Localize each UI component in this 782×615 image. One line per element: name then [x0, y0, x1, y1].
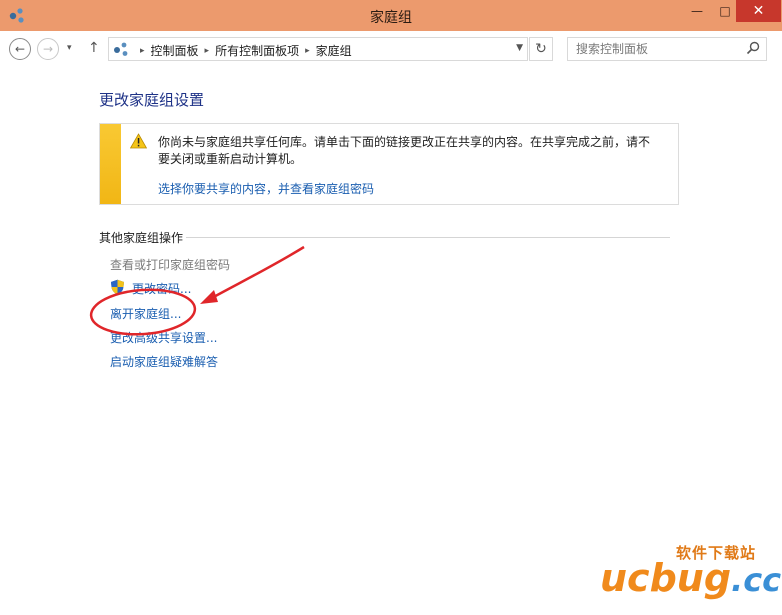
leave-homegroup-link[interactable]: 离开家庭组... [110, 305, 181, 322]
page-title: 更改家庭组设置 [99, 91, 205, 109]
breadcrumb-control-panel[interactable]: 控制面板 [151, 42, 199, 59]
warning-notice: 你尚未与家庭组共享任何库。请单击下面的链接更改正在共享的内容。在共享完成之前，请… [99, 123, 679, 205]
chevron-right-icon[interactable]: ▸ [305, 46, 310, 56]
minimize-button[interactable]: — [686, 0, 708, 22]
close-button[interactable]: ✕ [736, 0, 781, 22]
annotation-arrow [209, 245, 305, 301]
recent-locations-dropdown[interactable]: ▾ [67, 43, 72, 53]
breadcrumb-all-items[interactable]: 所有控制面板项 [215, 42, 299, 59]
search-icon[interactable] [746, 41, 760, 55]
view-print-password-link[interactable]: 查看或打印家庭组密码 [110, 256, 230, 273]
section-divider [186, 237, 670, 238]
section-title: 其他家庭组操作 [99, 231, 184, 245]
notice-message: 你尚未与家庭组共享任何库。请单击下面的链接更改正在共享的内容。在共享完成之前，请… [158, 135, 651, 166]
maximize-button[interactable]: □ [714, 0, 736, 22]
chevron-down-icon[interactable]: ▼ [516, 43, 523, 53]
forward-button[interactable]: → [37, 38, 59, 60]
chevron-right-icon[interactable]: ▸ [205, 46, 210, 56]
breadcrumb-homegroup[interactable]: 家庭组 [316, 42, 352, 59]
back-button[interactable]: ← [9, 38, 31, 60]
uac-shield-icon [111, 279, 124, 295]
up-button[interactable]: ↑ [88, 40, 100, 56]
search-input[interactable] [568, 38, 744, 60]
search-box[interactable] [567, 37, 767, 61]
change-password-link[interactable]: 更改密码... [132, 280, 191, 297]
breadcrumb: ▸ 控制面板 ▸ 所有控制面板项 ▸ 家庭组 [134, 42, 352, 59]
watermark-tld: .cc [731, 561, 782, 599]
arrowhead [200, 290, 218, 304]
watermark-logo: ucbug.cc [600, 556, 781, 600]
navigation-bar: ← → ▾ ↑ ▸ 控制面板 ▸ 所有控制面板项 ▸ 家庭组 ▼ ↻ [0, 31, 782, 67]
site-watermark: 软件下载站 ucbug.cc [596, 542, 781, 602]
choose-shared-content-link[interactable]: 选择你要共享的内容，并查看家庭组密码 [158, 180, 374, 197]
chevron-right-icon: ▸ [140, 45, 145, 56]
window-title: 家庭组 [370, 10, 412, 26]
troubleshoot-link[interactable]: 启动家庭组疑难解答 [110, 353, 218, 370]
warning-icon [130, 133, 147, 149]
watermark-en: ucbug [600, 556, 732, 600]
refresh-button[interactable]: ↻ [529, 37, 553, 61]
notice-accent-bar [100, 124, 121, 204]
address-bar[interactable]: ▸ 控制面板 ▸ 所有控制面板项 ▸ 家庭组 ▼ [108, 37, 528, 61]
homegroup-icon [114, 42, 128, 56]
advanced-sharing-link[interactable]: 更改高级共享设置... [110, 329, 217, 346]
title-bar: 家庭组 — □ ✕ [0, 0, 782, 31]
